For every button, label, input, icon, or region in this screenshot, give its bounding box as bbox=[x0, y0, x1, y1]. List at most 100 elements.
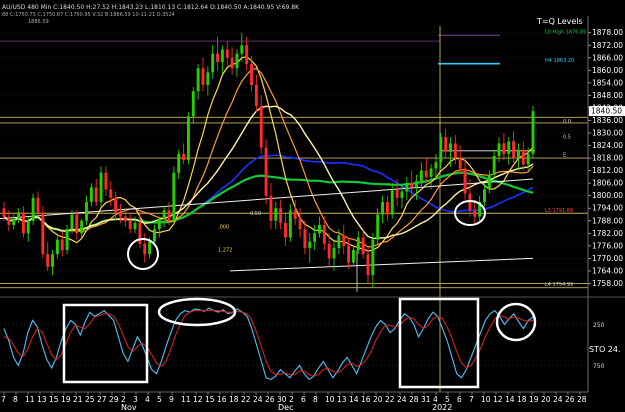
candle-body bbox=[521, 149, 525, 165]
level-label: 0.50 bbox=[250, 211, 261, 217]
header-indicator-line: 88 C:1750.75 C:1750.87 C:1750.95 V:32 B:… bbox=[2, 12, 175, 18]
candle-body bbox=[206, 72, 210, 85]
level-label: E bbox=[563, 153, 566, 159]
candle-body bbox=[449, 143, 452, 152]
candle-body bbox=[65, 229, 69, 251]
candle-body bbox=[46, 254, 50, 267]
level-label: 0.0 bbox=[563, 119, 571, 125]
candle-body bbox=[318, 224, 321, 234]
price-tick-label: 1776.00 bbox=[592, 241, 623, 250]
date-tick-label: 6 bbox=[457, 395, 462, 404]
price-tick-label: 1758.00 bbox=[592, 279, 623, 288]
date-tick-label: 11 bbox=[181, 395, 191, 404]
candle-body bbox=[21, 212, 25, 234]
date-tick-label: 20 bbox=[541, 395, 551, 404]
date-tick-label: 29 bbox=[109, 395, 119, 404]
level-label: 0.5 bbox=[563, 134, 571, 140]
candle-body bbox=[473, 210, 477, 217]
sto-tick-label: 250 bbox=[593, 322, 605, 329]
chart-title: T=Q Levels bbox=[536, 17, 583, 26]
date-tick-label: 22 bbox=[385, 395, 395, 404]
candle-body bbox=[75, 214, 79, 234]
level-label: H4 1863.20 bbox=[545, 58, 574, 64]
candle-body bbox=[419, 170, 423, 182]
date-tick-label: 7 bbox=[469, 395, 474, 404]
candle-body bbox=[220, 49, 224, 62]
candle-body bbox=[390, 189, 394, 215]
date-tick-label: 5 bbox=[157, 395, 162, 404]
candle-body bbox=[167, 210, 171, 221]
price-tick-label: 1854.00 bbox=[592, 78, 623, 87]
candle-body bbox=[347, 245, 351, 263]
candle-body bbox=[313, 233, 317, 242]
sto-value-label: STO 24. bbox=[589, 345, 621, 354]
date-tick-label: 15 bbox=[49, 395, 59, 404]
candle-body bbox=[507, 141, 511, 154]
candle-body bbox=[356, 237, 360, 251]
price-tick-label: 1848.00 bbox=[592, 91, 623, 100]
header-high-line: 1886.59 bbox=[28, 19, 49, 25]
candle-body bbox=[152, 229, 156, 242]
candle-body bbox=[303, 229, 307, 248]
candle-body bbox=[332, 247, 336, 259]
candle-body bbox=[245, 45, 249, 65]
candle-body bbox=[342, 235, 346, 246]
date-tick-label: 26 bbox=[265, 395, 275, 404]
candle-body bbox=[191, 91, 195, 117]
candle-body bbox=[114, 197, 118, 213]
chart-background bbox=[0, 0, 625, 412]
level-label: L3 1791.60 bbox=[545, 208, 573, 214]
current-price-marker: 1840.50 bbox=[589, 106, 625, 117]
candle-body bbox=[172, 172, 176, 221]
candle-body bbox=[41, 212, 45, 255]
candle-body bbox=[410, 183, 414, 188]
date-tick-label: 7 bbox=[1, 395, 6, 404]
date-tick-label: 12 bbox=[193, 395, 203, 404]
candle-body bbox=[225, 49, 229, 58]
candle-body bbox=[322, 224, 326, 244]
date-tick-label: 13 bbox=[337, 395, 347, 404]
price-tick-label: 1800.00 bbox=[592, 191, 623, 200]
candle-body bbox=[7, 216, 11, 225]
candle-body bbox=[143, 243, 147, 255]
candle-body bbox=[264, 147, 268, 196]
candle-body bbox=[177, 153, 181, 173]
level-label: 1.272 bbox=[218, 247, 232, 253]
price-tick-label: 1872.00 bbox=[592, 41, 623, 50]
candle-body bbox=[453, 143, 457, 159]
candle-body bbox=[196, 68, 200, 92]
date-tick-label: 10 bbox=[325, 395, 335, 404]
candle-body bbox=[434, 162, 438, 169]
date-tick-label: 24 bbox=[253, 395, 263, 404]
date-tick-label: 22 bbox=[241, 395, 251, 404]
candle-body bbox=[133, 222, 137, 230]
candle-body bbox=[138, 222, 142, 244]
date-tick-label: 15 bbox=[205, 395, 215, 404]
candle-body bbox=[424, 170, 428, 177]
candle-body bbox=[17, 212, 21, 219]
candle-body bbox=[487, 174, 491, 190]
date-tick-label: 12 bbox=[493, 395, 503, 404]
date-tick-label: 9 bbox=[169, 395, 174, 404]
date-tick-label: 28 bbox=[409, 395, 419, 404]
candle-body bbox=[526, 153, 530, 165]
candle-body bbox=[230, 57, 234, 69]
price-tick-label: 1788.00 bbox=[592, 216, 623, 225]
price-tick-label: 1824.00 bbox=[592, 141, 623, 150]
candle-body bbox=[148, 241, 152, 255]
candle-body bbox=[162, 210, 166, 219]
date-tick-label: 26 bbox=[565, 395, 575, 404]
date-tick-label: 25 bbox=[85, 395, 95, 404]
date-tick-label: 31 bbox=[421, 395, 431, 404]
level-label: L0 High 1876.85 bbox=[545, 30, 586, 36]
price-tick-label: 1794.00 bbox=[592, 204, 623, 213]
candle-body bbox=[55, 239, 59, 255]
header-quote-line: AU/USD 480 Min C:1840.50 H:27.52 H:1843.… bbox=[2, 4, 300, 11]
candle-body bbox=[254, 84, 258, 106]
candle-body bbox=[250, 64, 253, 85]
candle-body bbox=[128, 220, 132, 230]
candle-body bbox=[269, 195, 273, 221]
price-tick-label: 1818.00 bbox=[592, 154, 623, 163]
candle-body bbox=[104, 172, 108, 190]
price-tick-label: 1878.00 bbox=[592, 28, 623, 37]
